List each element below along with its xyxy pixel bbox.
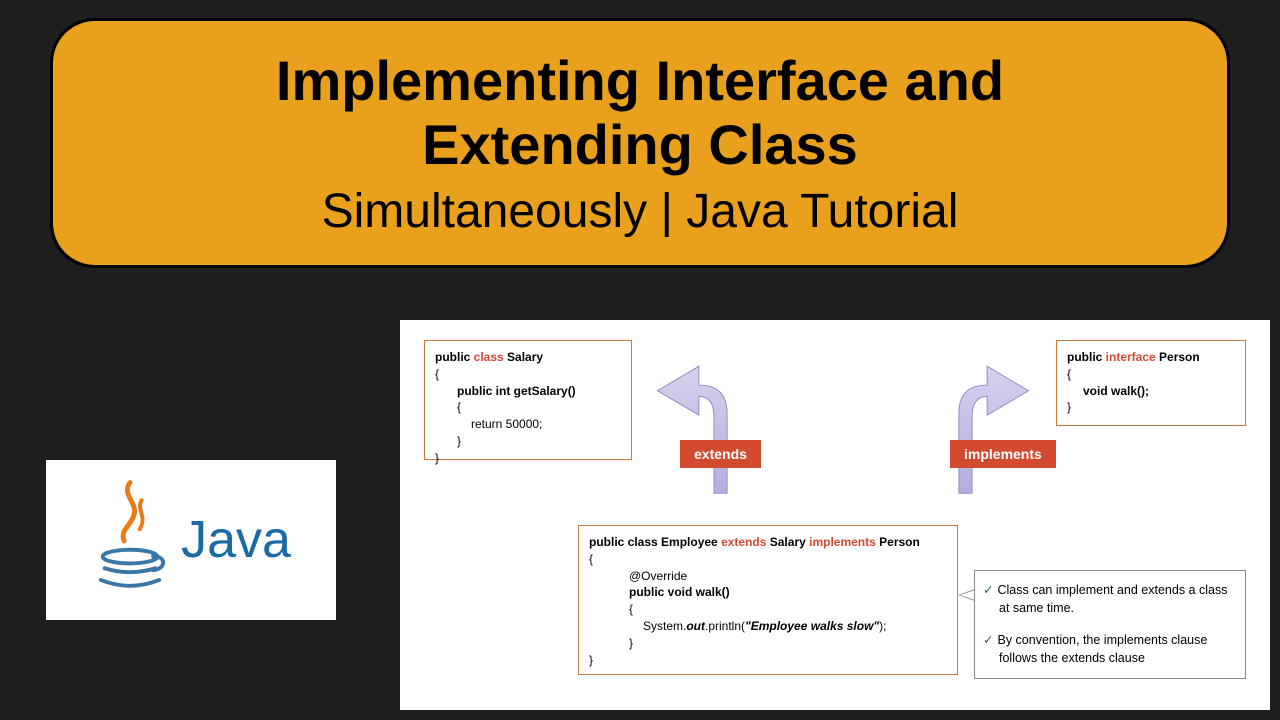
title-banner: Implementing Interface and Extending Cla… <box>50 18 1230 268</box>
java-cup-icon <box>91 475 169 605</box>
notes-callout: ✓Class can implement and extends a class… <box>974 570 1246 679</box>
badge-extends: extends <box>680 440 761 468</box>
check-icon: ✓ <box>983 633 993 647</box>
code-box-salary: public class Salary { public int getSala… <box>424 340 632 460</box>
arrow-implements-icon <box>908 338 1038 498</box>
title-subtitle: Simultaneously | Java Tutorial <box>93 184 1187 239</box>
java-logo-text: Java <box>181 510 291 570</box>
code-box-employee: public class Employee extends Salary imp… <box>578 525 958 675</box>
java-logo: Java <box>46 460 336 620</box>
title-line-2: Extending Class <box>93 113 1187 177</box>
code-box-person: public interface Person { void walk(); } <box>1056 340 1246 426</box>
diagram-panel: public class Salary { public int getSala… <box>400 320 1270 710</box>
badge-implements: implements <box>950 440 1056 468</box>
arrow-extends-icon <box>648 338 778 498</box>
title-line-1: Implementing Interface and <box>93 49 1187 113</box>
check-icon: ✓ <box>983 583 993 597</box>
